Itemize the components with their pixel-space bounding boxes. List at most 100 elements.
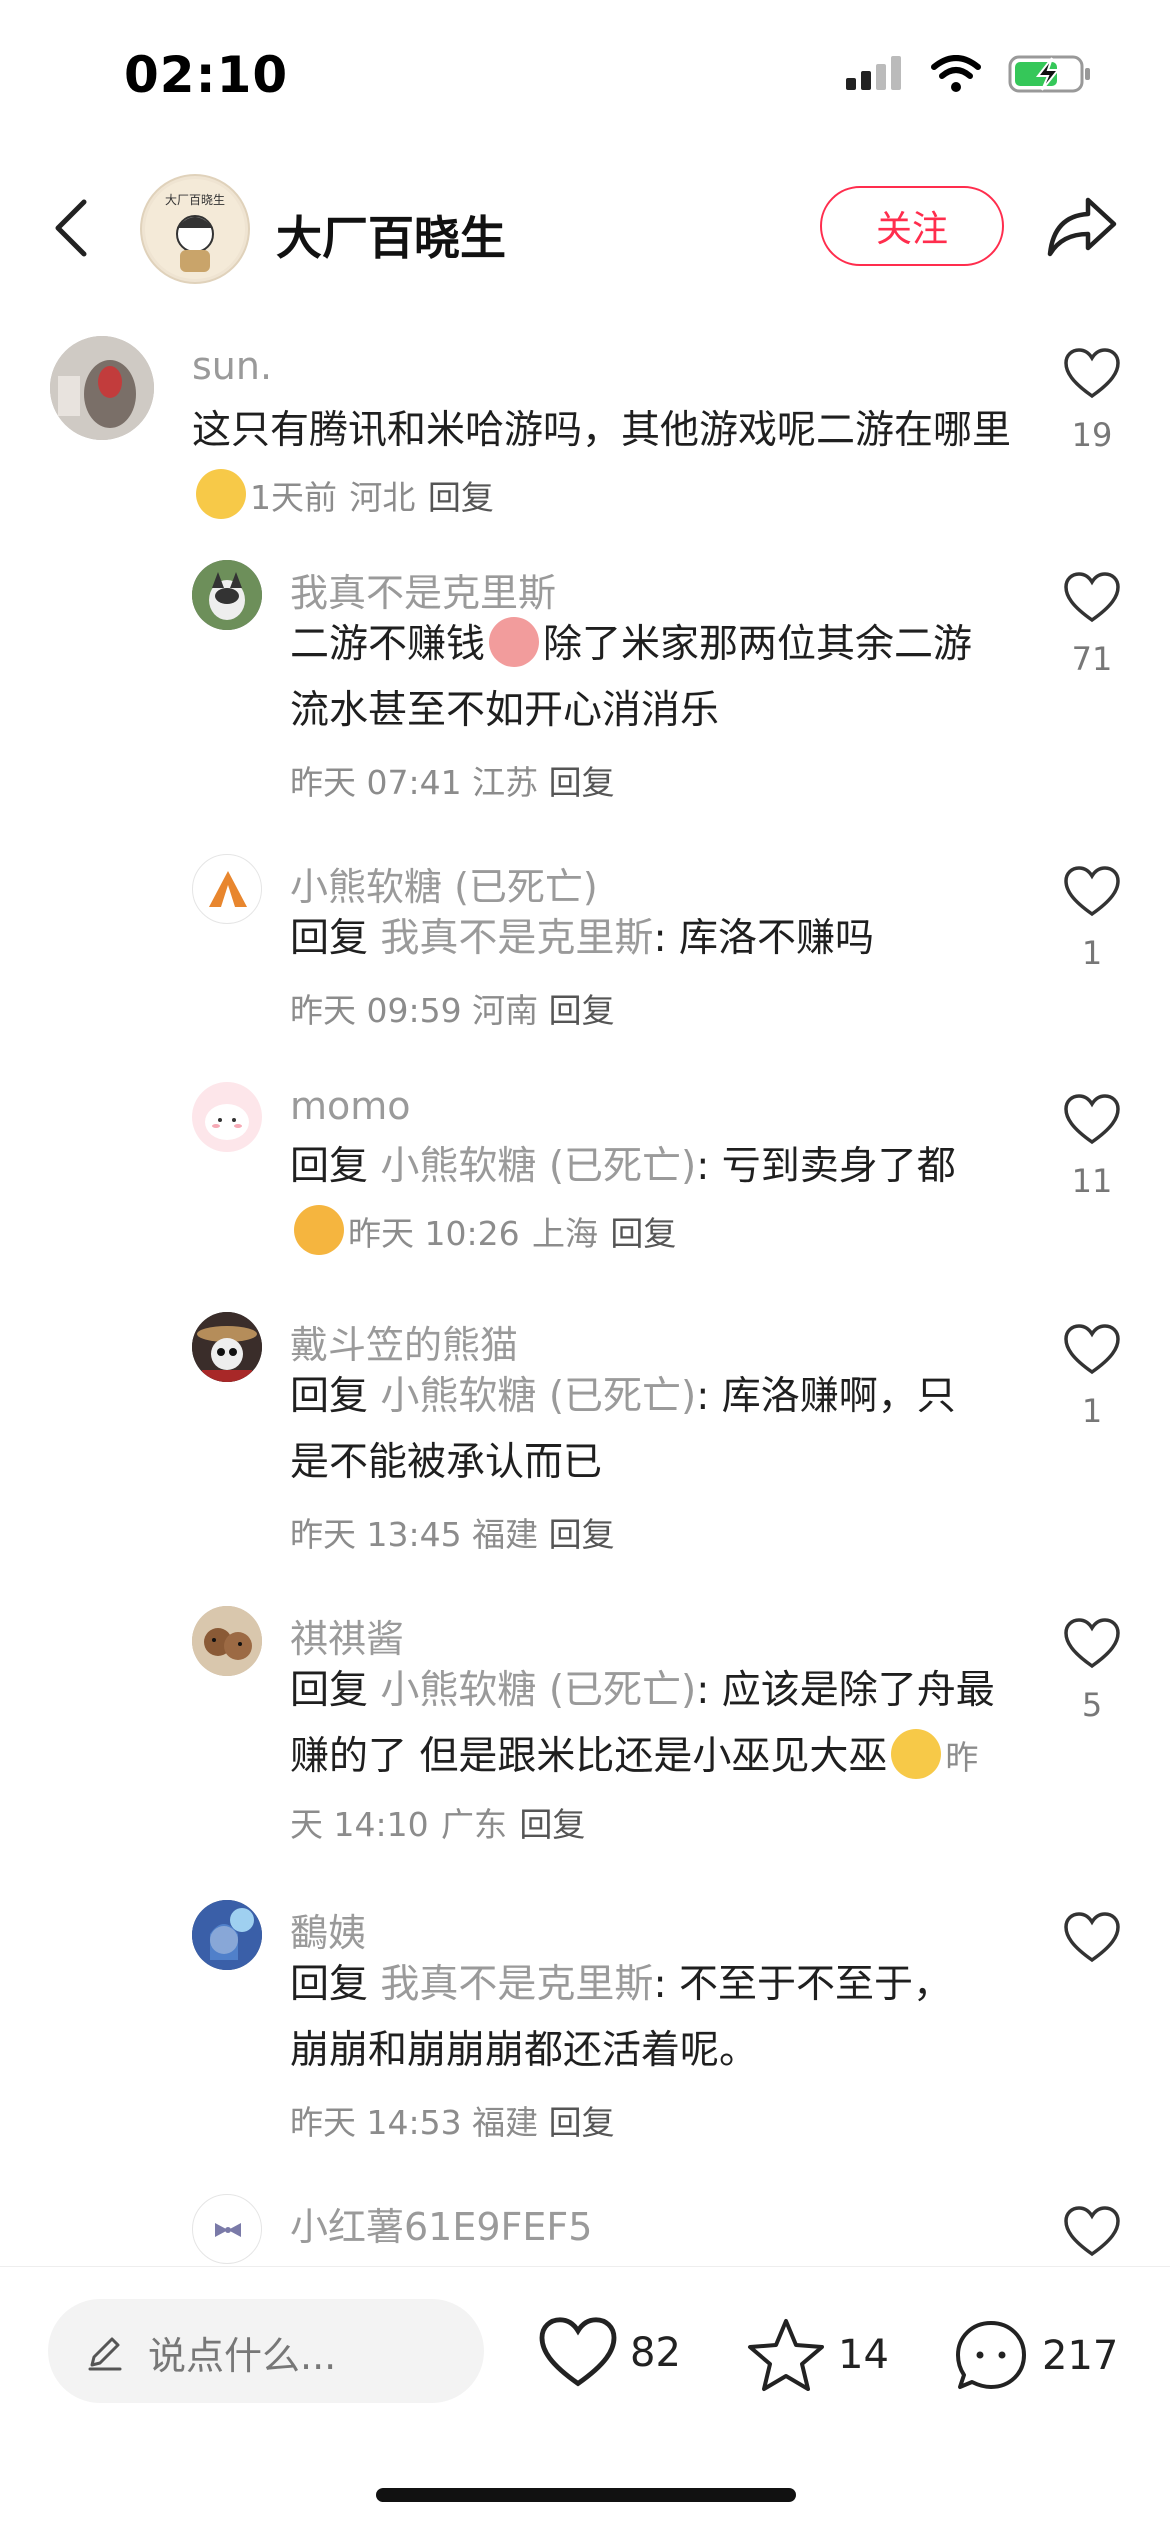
reply-to-user[interactable]: 我真不是克里斯 — [380, 1962, 653, 2007]
like-count: 11 — [1071, 1162, 1113, 1200]
reply-prefix: 回复 — [290, 1374, 369, 1419]
back-arrow-icon[interactable] — [44, 196, 104, 260]
signal-icon — [846, 56, 901, 90]
comment-username[interactable]: 鷭姨 — [290, 1902, 366, 1957]
comment-username[interactable]: 祺祺酱 — [290, 1608, 404, 1663]
avatar[interactable] — [192, 1312, 262, 1382]
author-avatar-illustration: 大厂百晓生 — [145, 179, 245, 279]
reply-button[interactable]: 回复 — [428, 478, 494, 517]
comment-body: 二游不赚钱 — [290, 622, 486, 667]
avatar[interactable] — [192, 1900, 262, 1970]
heart-icon[interactable] — [1064, 572, 1120, 624]
svg-text:大厂百晓生: 大厂百晓生 — [165, 193, 225, 207]
comment-username[interactable]: 小红薯61E9FEF5 — [290, 2196, 592, 2251]
avatar-illustration — [215, 2223, 241, 2237]
reply-button[interactable]: 回复 — [610, 1214, 676, 1253]
comment-username[interactable]: momo — [290, 1084, 411, 1128]
comment-bubble-icon — [956, 2321, 1026, 2389]
comment-text[interactable]: 二游不赚钱 除了米家那两位其余二游流水甚至不如开心消消乐 — [290, 612, 1010, 744]
comment-location: 上海 — [532, 1214, 598, 1253]
heart-icon[interactable] — [1064, 1618, 1120, 1670]
avatar[interactable] — [192, 854, 262, 924]
comment-meta: 昨天 13:45 福建 回复 — [290, 1508, 615, 1556]
comment-input-placeholder: 说点什么... — [148, 2334, 337, 2378]
heart-icon[interactable] — [1064, 866, 1120, 918]
avatar[interactable] — [192, 560, 262, 630]
comment-time: 1天前 — [250, 478, 337, 517]
comment-time: 昨天 09:59 — [290, 991, 462, 1030]
comment-time: 昨天 14:53 — [290, 2103, 462, 2142]
comment-location: 福建 — [472, 2103, 539, 2142]
avatar[interactable] — [192, 1082, 262, 1152]
avatar-illustration — [209, 871, 247, 907]
heart-icon[interactable] — [1064, 1912, 1120, 1964]
reply-prefix: 回复 — [290, 916, 369, 961]
reply-button[interactable]: 回复 — [519, 1805, 585, 1844]
comment-username[interactable]: 小熊软糖 (已死亡) — [290, 856, 598, 911]
reply-prefix: 回复 — [290, 1668, 369, 1713]
heart-icon[interactable] — [1064, 1094, 1120, 1146]
comment-text[interactable]: 回复 小熊软糖 (已死亡): 亏到卖身了都昨天 10:26 上海 回复 — [290, 1134, 1010, 1267]
heart-icon — [539, 2317, 617, 2387]
reply-to-user[interactable]: 小熊软糖 (已死亡) — [380, 1668, 696, 1713]
comment-location: 河北 — [349, 478, 416, 517]
comment-text[interactable]: 回复 我真不是克里斯: 库洛不赚吗 — [290, 906, 1010, 972]
reply-to-user[interactable]: 我真不是克里斯 — [380, 916, 653, 961]
reply-to-user[interactable]: 小熊软糖 (已死亡) — [380, 1374, 696, 1419]
reply-prefix: 回复 — [290, 1144, 369, 1189]
comment-username[interactable]: 我真不是克里斯 — [290, 562, 556, 617]
star-icon — [748, 2319, 824, 2391]
comment-count: 217 — [1042, 2333, 1119, 2379]
like-count: 19 — [1071, 416, 1113, 454]
avatar-illustration — [192, 1312, 262, 1382]
like-stat[interactable]: 82 — [538, 2317, 681, 2389]
comment-body: : 库洛不赚吗 — [653, 916, 874, 961]
reply-prefix: 回复 — [290, 1962, 369, 2007]
reply-button[interactable]: 回复 — [549, 763, 615, 802]
comment-time: 昨天 07:41 — [290, 763, 462, 802]
comment-body: 这只有腾讯和米哈游吗，其他游戏呢二游在哪里 — [192, 408, 1012, 453]
status-time: 02:10 — [124, 46, 289, 104]
comment-body: : 亏到卖身了都 — [696, 1144, 956, 1189]
reply-to-user[interactable]: 小熊软糖 (已死亡) — [380, 1144, 696, 1189]
comment-text[interactable]: 这只有腾讯和米哈游吗，其他游戏呢二游在哪里 1天前 河北 回复 — [192, 398, 1022, 531]
smug-emoji-icon — [891, 1729, 942, 1779]
follow-button[interactable]: 关注 — [820, 186, 1004, 266]
comment-input[interactable]: 说点什么... — [48, 2299, 484, 2403]
collect-stat[interactable]: 14 — [746, 2317, 889, 2393]
comment-meta: 昨天 14:53 福建 回复 — [290, 2096, 615, 2144]
comment-text[interactable]: 回复 我真不是克里斯: 不至于不至于，崩崩和崩崩崩都还活着呢。 — [290, 1952, 970, 2084]
like-count: 5 — [1081, 1686, 1103, 1724]
avatar[interactable] — [192, 1606, 262, 1676]
home-indicator[interactable] — [376, 2488, 796, 2502]
author-name[interactable]: 大厂百晓生 — [276, 202, 506, 268]
comment-text[interactable]: 回复 小熊软糖 (已死亡): 应该是除了舟最赚的了 但是跟米比还是小巫见大巫 昨天… — [290, 1658, 1010, 1858]
comment-username[interactable]: 戴斗笠的熊猫 — [290, 1314, 518, 1369]
heart-icon[interactable] — [1064, 1324, 1120, 1376]
comment-location: 江苏 — [472, 763, 539, 802]
avatar-illustration — [50, 336, 154, 440]
reply-button[interactable]: 回复 — [549, 2103, 615, 2142]
comment-stat[interactable]: 217 — [952, 2317, 1118, 2395]
status-bar: 02:10 — [0, 0, 1170, 150]
heart-icon[interactable] — [1064, 2206, 1120, 2258]
comment-time: 昨天 10:26 — [348, 1214, 520, 1253]
note-header: 大厂百晓生 大厂百晓生 关注 — [0, 168, 1170, 288]
avatar[interactable] — [192, 2194, 262, 2264]
reply-button[interactable]: 回复 — [549, 1515, 615, 1554]
avatar-illustration — [205, 1104, 249, 1140]
comment-list: sun. 这只有腾讯和米哈游吗，其他游戏呢二游在哪里 1天前 河北 回复 19 我… — [0, 330, 1170, 2264]
share-icon[interactable] — [1046, 194, 1118, 260]
author-avatar[interactable]: 大厂百晓生 — [140, 174, 250, 284]
avatar-illustration — [192, 1900, 262, 1970]
reply-button[interactable]: 回复 — [549, 991, 615, 1030]
comment-text[interactable]: 回复 小熊软糖 (已死亡): 库洛赚啊，只是不能被承认而已 — [290, 1364, 990, 1496]
thinking-emoji-icon — [196, 469, 246, 519]
comment-location: 福建 — [472, 1515, 539, 1554]
comment-location: 广东 — [441, 1805, 507, 1844]
status-icons — [846, 54, 1092, 94]
comment-username[interactable]: sun. — [192, 344, 272, 388]
comment-meta: 昨天 09:59 河南 回复 — [290, 984, 615, 1032]
heart-icon[interactable] — [1064, 348, 1120, 400]
avatar[interactable] — [50, 336, 154, 440]
